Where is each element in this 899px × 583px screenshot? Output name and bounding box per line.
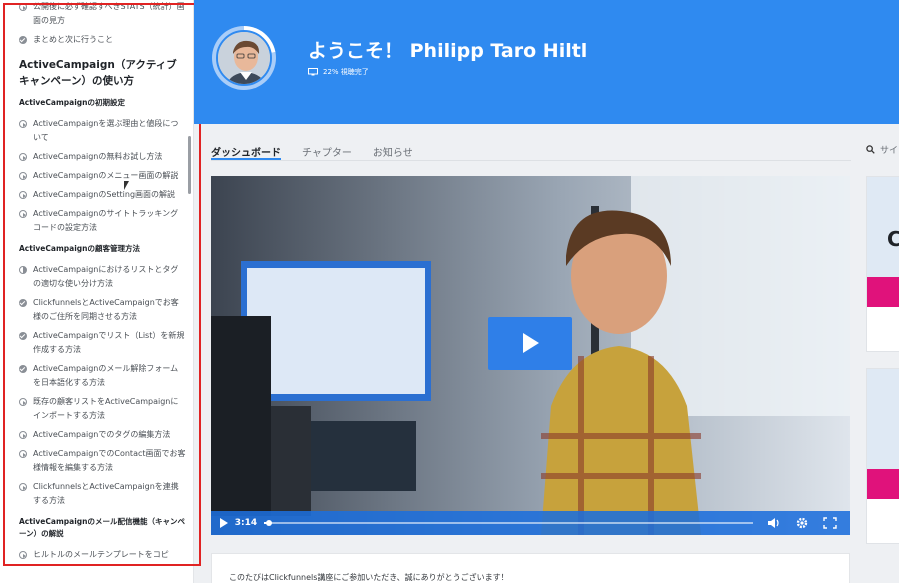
tab-chapters[interactable]: チャプター <box>302 140 352 160</box>
lesson-item[interactable]: 公開後に必ず確認すべきSTATS（統計）画面の見方 <box>19 0 186 28</box>
lesson-item-label: ActiveCampaignの無料お試し方法 <box>33 152 163 161</box>
play-circle-icon <box>19 450 27 458</box>
sidebar-group-title[interactable]: ActiveCampaignの初期設定 <box>19 97 186 109</box>
avatar-portrait-icon <box>218 32 270 84</box>
chapter-card-banner <box>867 469 899 499</box>
chapter-card-letter: C <box>887 227 899 251</box>
play-button[interactable] <box>488 317 572 370</box>
main-tabs: ダッシュボード チャプター お知らせ <box>211 140 434 160</box>
chapter-card[interactable]: C <box>866 176 899 352</box>
play-circle-icon <box>19 120 27 128</box>
lesson-item[interactable]: ActiveCampaignのSetting画面の解説 <box>19 188 186 202</box>
lesson-item[interactable]: ActiveCampaignでのContact画面でお客様情報を編集する方法 <box>19 447 186 475</box>
progress-text: 22% 視聴完了 <box>323 68 369 76</box>
welcome-message: このたびはClickfunnels講座にご参加いただき、誠にありがとうございます… <box>229 573 509 582</box>
lesson-item-label: ActiveCampaignのメニュー画面の解説 <box>33 171 179 180</box>
monitor-icon <box>308 68 318 76</box>
lesson-item-label: ActiveCampaignのサイトトラッキングコードの設定方法 <box>33 209 179 232</box>
tab-announcements[interactable]: お知らせ <box>373 140 413 160</box>
chapter-card-thumbnail: C <box>867 177 899 307</box>
video-player[interactable]: 3:14 <box>211 176 850 535</box>
play-circle-icon <box>19 398 27 406</box>
sidebar-group-title[interactable]: ActiveCampaignの顧客管理方法 <box>19 243 186 255</box>
play-circle-icon <box>19 191 27 199</box>
lesson-item[interactable]: ActiveCampaignの無料お試し方法 <box>19 150 186 164</box>
play-circle-icon <box>19 3 27 11</box>
check-circle-icon <box>19 299 27 307</box>
sidebar-group-title[interactable]: ActiveCampaignのメール配信機能（キャンペーン）の解説 <box>19 516 186 540</box>
video-controls: 3:14 <box>211 511 850 535</box>
lesson-item-label: ActiveCampaignでリスト（List）を新規作成する方法 <box>33 331 185 354</box>
tabs-divider <box>211 160 851 161</box>
search-box[interactable]: サイ <box>866 143 898 156</box>
play-circle-icon <box>19 153 27 161</box>
avatar <box>216 30 272 86</box>
video-seekbar[interactable] <box>264 520 753 526</box>
lesson-item[interactable]: ActiveCampaignでリスト（List）を新規作成する方法 <box>19 329 186 357</box>
search-icon <box>866 145 875 154</box>
chapter-card[interactable] <box>866 368 899 544</box>
lesson-item-label: ActiveCampaignのメール解除フォームを日本語化する方法 <box>33 364 179 387</box>
lesson-item-label: ヒルトルのメールテンプレートをコピ <box>33 550 169 559</box>
welcome-title: ようこそ！ Philipp Taro Hiltl <box>308 40 588 62</box>
mouse-cursor-icon <box>124 181 133 190</box>
lesson-item-label: ActiveCampaignのSetting画面の解説 <box>33 190 176 199</box>
lesson-item[interactable]: まとめと次に行うこと <box>19 33 186 47</box>
chapter-card-banner <box>867 277 899 307</box>
sidebar-list: 公開後に必ず確認すべきSTATS（統計）画面の見方まとめと次に行うこと Activ… <box>0 0 186 567</box>
lesson-item[interactable]: ClickfunnelsとActiveCampaignを連携する方法 <box>19 480 186 508</box>
seekbar-knob[interactable] <box>266 520 273 526</box>
welcome-header: ようこそ！ Philipp Taro Hiltl 22% 視聴完了 <box>194 0 899 124</box>
lesson-item[interactable]: 既存の顧客リストをActiveCampaignにインポートする方法 <box>19 395 186 423</box>
search-label: サイ <box>880 146 899 156</box>
check-circle-icon <box>19 365 27 373</box>
check-circle-icon <box>19 332 27 340</box>
play-circle-icon <box>19 210 27 218</box>
progress-ring <box>212 26 276 90</box>
lesson-item-label: 既存の顧客リストをActiveCampaignにインポートする方法 <box>33 397 179 420</box>
tab-dashboard[interactable]: ダッシュボード <box>211 140 281 160</box>
play-circle-icon <box>19 172 27 180</box>
lesson-item[interactable]: ActiveCampaignにおけるリストとタグの適切な使い分け方法 <box>19 263 186 291</box>
play-circle-icon <box>19 431 27 439</box>
lesson-item[interactable]: ClickfunnelsとActiveCampaignでお客様のご住所を同期させ… <box>19 296 186 324</box>
lesson-item[interactable]: ActiveCampaignのメニュー画面の解説 <box>19 169 186 183</box>
lesson-item-label: ActiveCampaignにおけるリストとタグの適切な使い分け方法 <box>33 265 179 288</box>
half-circle-icon <box>19 266 27 274</box>
fullscreen-icon[interactable] <box>822 516 838 530</box>
play-circle-icon <box>19 483 27 491</box>
play-circle-icon <box>19 551 27 559</box>
course-sidebar[interactable]: 公開後に必ず確認すべきSTATS（統計）画面の見方まとめと次に行うこと Activ… <box>0 0 194 583</box>
settings-gear-icon[interactable] <box>794 516 810 530</box>
chapter-card-thumbnail <box>867 369 899 499</box>
lesson-item-label: ActiveCampaignでのタグの編集方法 <box>33 430 171 439</box>
lesson-item[interactable]: ActiveCampaignのメール解除フォームを日本語化する方法 <box>19 362 186 390</box>
check-circle-icon <box>19 36 27 44</box>
app-root: 公開後に必ず確認すべきSTATS（統計）画面の見方まとめと次に行うこと Activ… <box>0 0 899 583</box>
lesson-item[interactable]: ヒルトルのメールテンプレートをコピ <box>19 548 186 562</box>
lesson-item-label: ClickfunnelsとActiveCampaignを連携する方法 <box>33 482 179 505</box>
control-play-icon[interactable] <box>211 511 235 535</box>
lesson-item-label: ClickfunnelsとActiveCampaignでお客様のご住所を同期させ… <box>33 298 179 321</box>
progress-status: 22% 視聴完了 <box>308 67 369 77</box>
volume-icon[interactable] <box>767 516 783 530</box>
video-time: 3:14 <box>234 518 258 528</box>
lesson-item[interactable]: ActiveCampaignを選ぶ理由と値段について <box>19 117 186 145</box>
sidebar-scrollbar[interactable] <box>188 136 191 194</box>
welcome-message-card: このたびはClickfunnels講座にご参加いただき、誠にありがとうございます… <box>211 553 850 583</box>
lesson-item-label: まとめと次に行うこと <box>33 35 113 44</box>
lesson-item[interactable]: ActiveCampaignでのタグの編集方法 <box>19 428 186 442</box>
sidebar-section-title[interactable]: ActiveCampaign（アクティブキャンペーン）の使い方 <box>19 57 186 89</box>
lesson-item-label: ActiveCampaignを選ぶ理由と値段について <box>33 119 179 142</box>
lesson-item[interactable]: ActiveCampaignのサイトトラッキングコードの設定方法 <box>19 207 186 235</box>
lesson-item-label: 公開後に必ず確認すべきSTATS（統計）画面の見方 <box>33 2 185 25</box>
lesson-item-label: ActiveCampaignでのContact画面でお客様情報を編集する方法 <box>33 449 186 472</box>
